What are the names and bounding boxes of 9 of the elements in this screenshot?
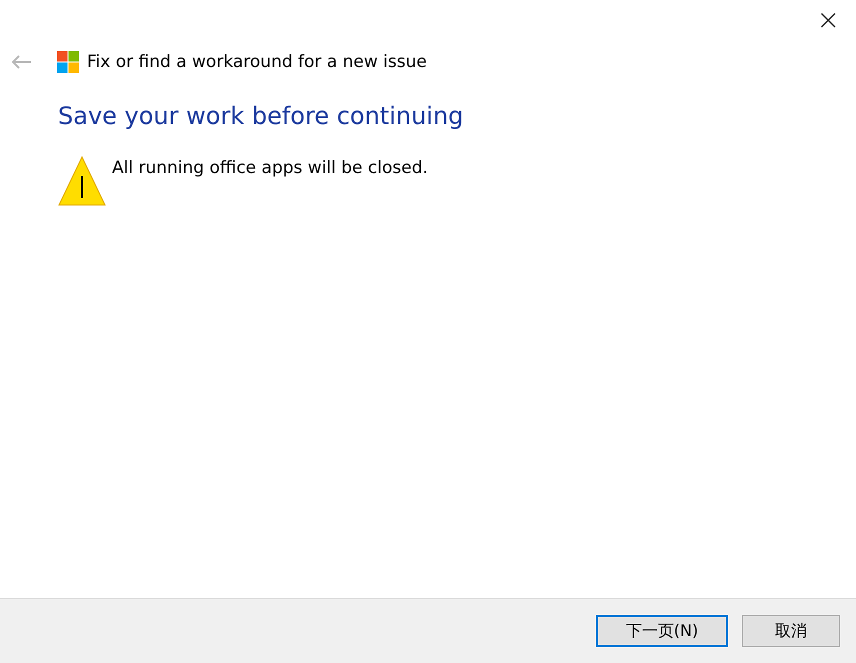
dialog-button[interactable]: 下一页(N): [596, 615, 728, 647]
page-heading: Save your work before continuing: [58, 102, 464, 130]
message-text: All running office apps will be closed.: [112, 158, 428, 178]
close-button[interactable]: ×: [812, 4, 844, 36]
dialog-button[interactable]: 取消: [742, 615, 840, 647]
logo-icon: [57, 51, 79, 73]
back-arrow-icon[interactable]: [12, 55, 32, 69]
warning-icon: [58, 156, 106, 206]
window-title: Fix or find a workaround for a new issue: [87, 52, 427, 72]
